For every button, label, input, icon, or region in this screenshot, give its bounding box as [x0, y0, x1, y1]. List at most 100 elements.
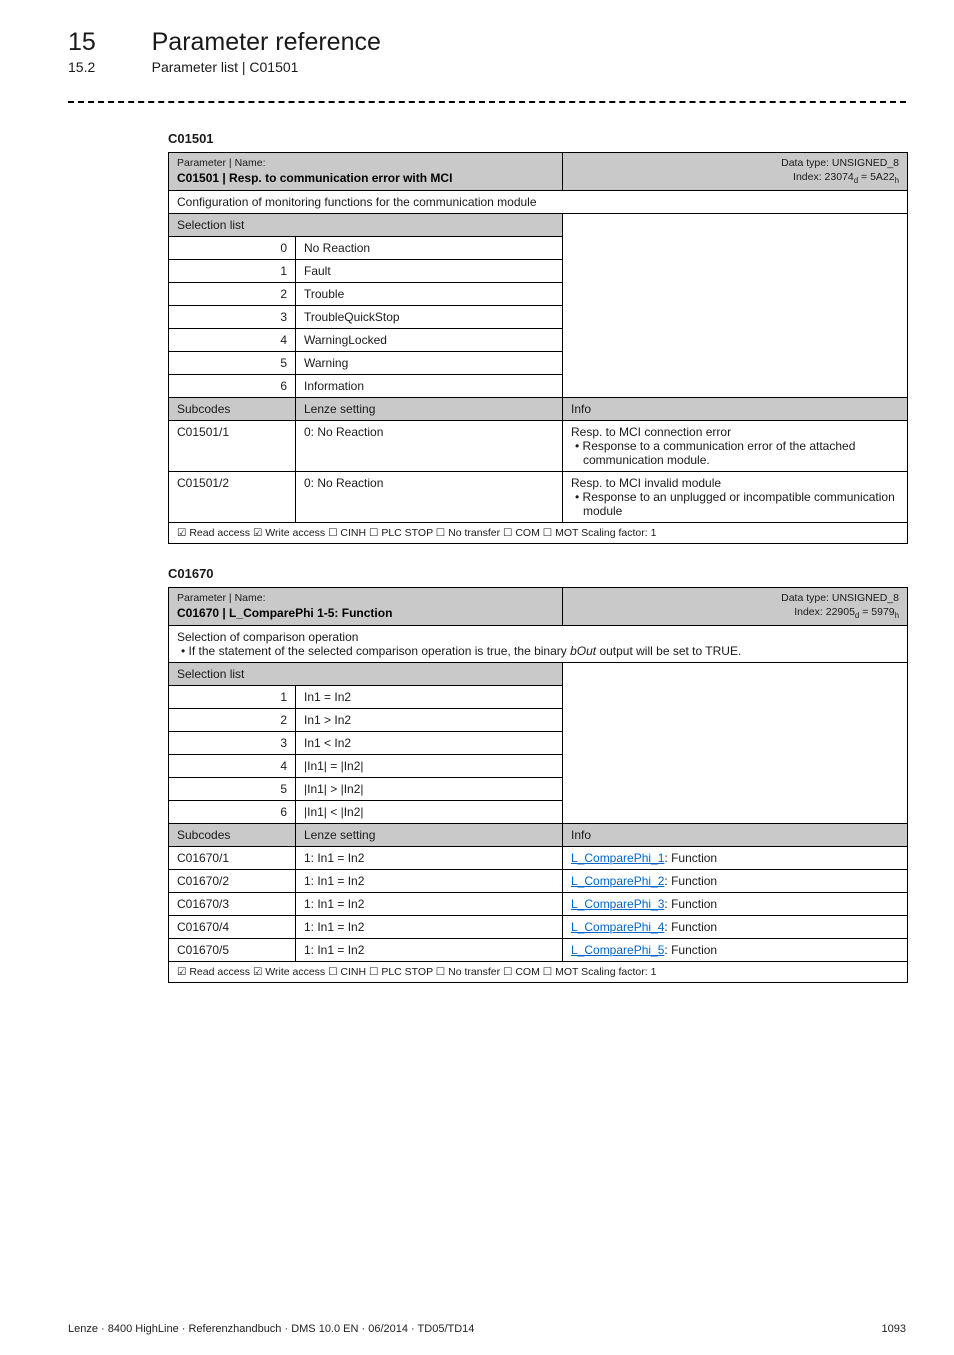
info-suffix: : Function — [664, 874, 717, 888]
setting-cell: 1: In1 = In2 — [296, 938, 563, 961]
subcode-cell: C01670/4 — [169, 915, 296, 938]
lenze-setting-label: Lenze setting — [296, 823, 563, 846]
option-number: 2 — [169, 708, 296, 731]
access-footer: ☑ Read access ☑ Write access ☐ CINH ☐ PL… — [169, 961, 908, 982]
description-cell: Selection of comparison operation • If t… — [169, 625, 908, 662]
subcodes-label: Subcodes — [169, 823, 296, 846]
desc-bullet: • If the statement of the selected compa… — [177, 644, 899, 658]
info-bullet: • Response to a communication error of t… — [571, 439, 899, 467]
desc-line: Selection of comparison operation — [177, 630, 899, 644]
param-name-cell: Parameter | Name: C01670 | L_ComparePhi … — [169, 587, 563, 625]
info-cell: L_ComparePhi_5: Function — [563, 938, 908, 961]
option-value: |In1| < |In2| — [296, 800, 563, 823]
setting-cell: 1: In1 = In2 — [296, 869, 563, 892]
access-footer-row: ☑ Read access ☑ Write access ☐ CINH ☐ PL… — [169, 961, 908, 982]
table-header-row: Parameter | Name: C01501 | Resp. to comm… — [169, 153, 908, 191]
info-cell: L_ComparePhi_3: Function — [563, 892, 908, 915]
selection-header-row: Selection list — [169, 662, 908, 685]
info-suffix: : Function — [664, 920, 717, 934]
chapter-number: 15 — [68, 28, 148, 57]
option-value: In1 = In2 — [296, 685, 563, 708]
option-value: In1 < In2 — [296, 731, 563, 754]
option-value: |In1| > |In2| — [296, 777, 563, 800]
param-table-c01670: Parameter | Name: C01670 | L_ComparePhi … — [168, 587, 908, 983]
subcodes-label: Subcodes — [169, 397, 296, 420]
subcodes-header-row: Subcodes Lenze setting Info — [169, 397, 908, 420]
table-header-row: Parameter | Name: C01670 | L_ComparePhi … — [169, 587, 908, 625]
option-number: 5 — [169, 777, 296, 800]
info-label: Info — [563, 823, 908, 846]
info-suffix: : Function — [664, 897, 717, 911]
info-cell: L_ComparePhi_1: Function — [563, 846, 908, 869]
info-suffix: : Function — [664, 851, 717, 865]
subcode-cell: C01501/2 — [169, 471, 296, 522]
option-value: Information — [296, 374, 563, 397]
data-type: Data type: UNSIGNED_8 — [571, 592, 899, 606]
index-value: Index: 22905d = 5979h — [571, 606, 899, 621]
info-line: Resp. to MCI connection error — [571, 425, 899, 439]
table-row: C01501/2 0: No Reaction Resp. to MCI inv… — [169, 471, 908, 522]
table-row: C01670/1 1: In1 = In2 L_ComparePhi_1: Fu… — [169, 846, 908, 869]
param-main: C01501 | Resp. to communication error wi… — [177, 171, 554, 185]
subcode-cell: C01670/2 — [169, 869, 296, 892]
table-row: C01670/4 1: In1 = In2 L_ComparePhi_4: Fu… — [169, 915, 908, 938]
setting-cell: 0: No Reaction — [296, 420, 563, 471]
table-row: C01670/3 1: In1 = In2 L_ComparePhi_3: Fu… — [169, 892, 908, 915]
selection-empty — [563, 662, 908, 823]
subcode-cell: C01670/3 — [169, 892, 296, 915]
option-value: In1 > In2 — [296, 708, 563, 731]
option-value: No Reaction — [296, 236, 563, 259]
lenze-setting-label: Lenze setting — [296, 397, 563, 420]
param-main: C01670 | L_ComparePhi 1-5: Function — [177, 606, 554, 620]
option-number: 6 — [169, 800, 296, 823]
info-link[interactable]: L_ComparePhi_4 — [571, 920, 664, 934]
option-number: 3 — [169, 305, 296, 328]
footer-left: Lenze · 8400 HighLine · Referenzhandbuch… — [68, 1323, 474, 1335]
option-value: Trouble — [296, 282, 563, 305]
index-value: Index: 23074d = 5A22h — [571, 171, 899, 186]
option-number: 1 — [169, 685, 296, 708]
setting-cell: 1: In1 = In2 — [296, 892, 563, 915]
info-link[interactable]: L_ComparePhi_5 — [571, 943, 664, 957]
param-name-cell: Parameter | Name: C01501 | Resp. to comm… — [169, 153, 563, 191]
info-cell: L_ComparePhi_4: Function — [563, 915, 908, 938]
info-cell: Resp. to MCI invalid module • Response t… — [563, 471, 908, 522]
data-type: Data type: UNSIGNED_8 — [571, 157, 899, 171]
description-row: Configuration of monitoring functions fo… — [169, 190, 908, 213]
info-cell: L_ComparePhi_2: Function — [563, 869, 908, 892]
table-row: C01501/1 0: No Reaction Resp. to MCI con… — [169, 420, 908, 471]
option-number: 4 — [169, 328, 296, 351]
option-number: 3 — [169, 731, 296, 754]
info-cell: Resp. to MCI connection error • Response… — [563, 420, 908, 471]
section-heading: 15.2 Parameter list | C01501 — [68, 59, 906, 75]
access-footer-row: ☑ Read access ☑ Write access ☐ CINH ☐ PL… — [169, 522, 908, 543]
page-footer: Lenze · 8400 HighLine · Referenzhandbuch… — [0, 1323, 954, 1355]
option-number: 4 — [169, 754, 296, 777]
param-label: Parameter | Name: — [177, 157, 554, 171]
info-suffix: : Function — [664, 943, 717, 957]
info-link[interactable]: L_ComparePhi_1 — [571, 851, 664, 865]
divider — [68, 101, 906, 103]
access-footer: ☑ Read access ☑ Write access ☐ CINH ☐ PL… — [169, 522, 908, 543]
table-row: C01670/2 1: In1 = In2 L_ComparePhi_2: Fu… — [169, 869, 908, 892]
subcode-cell: C01501/1 — [169, 420, 296, 471]
info-label: Info — [563, 397, 908, 420]
info-link[interactable]: L_ComparePhi_2 — [571, 874, 664, 888]
option-value: TroubleQuickStop — [296, 305, 563, 328]
option-value: WarningLocked — [296, 328, 563, 351]
description-cell: Configuration of monitoring functions fo… — [169, 190, 908, 213]
chapter-heading: 15 Parameter reference — [68, 28, 906, 57]
selection-list-label: Selection list — [169, 662, 563, 685]
option-value: Fault — [296, 259, 563, 282]
subcode-cell: C01670/5 — [169, 938, 296, 961]
info-line: Resp. to MCI invalid module — [571, 476, 899, 490]
selection-header-row: Selection list — [169, 213, 908, 236]
param-meta-cell: Data type: UNSIGNED_8 Index: 22905d = 59… — [563, 587, 908, 625]
param-anchor-c01670: C01670 — [168, 566, 906, 581]
setting-cell: 0: No Reaction — [296, 471, 563, 522]
footer-page-number: 1093 — [882, 1323, 906, 1335]
info-link[interactable]: L_ComparePhi_3 — [571, 897, 664, 911]
param-table-c01501: Parameter | Name: C01501 | Resp. to comm… — [168, 152, 908, 544]
chapter-title: Parameter reference — [152, 28, 381, 56]
subcodes-header-row: Subcodes Lenze setting Info — [169, 823, 908, 846]
